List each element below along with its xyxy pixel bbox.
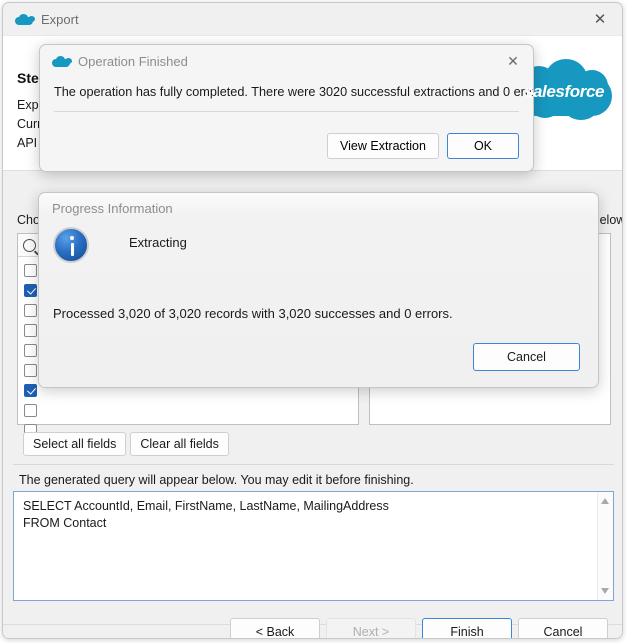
field-checkbox[interactable] [24, 323, 37, 337]
generated-query-box[interactable]: SELECT AccountId, Email, FirstName, Last… [13, 491, 614, 601]
salesforce-logo-text: salesforce [523, 82, 605, 101]
clear-all-fields-button[interactable]: Clear all fields [130, 432, 229, 456]
field-checkbox[interactable] [24, 343, 37, 357]
info-icon [53, 227, 89, 263]
progress-cancel-button[interactable]: Cancel [473, 343, 580, 371]
scroll-down-icon[interactable] [601, 588, 609, 594]
field-checkbox[interactable] [24, 383, 37, 397]
finish-button[interactable]: Finish [422, 618, 512, 638]
window-titlebar: Export ✕ [3, 3, 622, 36]
progress-dialog-title: Progress Information [52, 201, 173, 216]
field-buttons-row: Select all fields Clear all fields [23, 432, 229, 456]
cancel-button[interactable]: Cancel [518, 618, 608, 638]
close-icon[interactable]: ✕ [578, 3, 622, 35]
query-text[interactable]: SELECT AccountId, Email, FirstName, Last… [14, 492, 613, 538]
finished-dialog-titlebar: Operation Finished ✕ [40, 45, 533, 77]
field-checkbox[interactable] [24, 363, 37, 377]
divider [54, 111, 519, 112]
view-extraction-button[interactable]: View Extraction [327, 133, 439, 159]
next-button: Next > [326, 618, 416, 638]
list-item[interactable] [24, 400, 358, 420]
back-button[interactable]: < Back [230, 618, 320, 638]
field-checkbox[interactable] [24, 283, 37, 297]
finished-dialog-title: Operation Finished [78, 53, 188, 69]
operation-finished-dialog: Operation Finished ✕ The operation has f… [39, 44, 534, 172]
salesforce-cloud-icon [15, 13, 33, 25]
finished-dialog-message: The operation has fully completed. There… [54, 85, 534, 99]
progress-information-dialog: Progress Information Extracting Processe… [38, 192, 599, 388]
scrollbar[interactable] [597, 492, 613, 600]
scroll-up-icon[interactable] [601, 498, 609, 504]
field-checkbox[interactable] [24, 403, 37, 417]
field-checkbox[interactable] [24, 303, 37, 317]
window-title: Export [41, 11, 79, 27]
finished-dialog-buttons: View Extraction OK [327, 133, 519, 159]
wizard-button-bar: < Back Next > Finish Cancel [3, 618, 622, 638]
close-icon[interactable]: ✕ [503, 52, 523, 70]
field-checkbox[interactable] [24, 263, 37, 277]
salesforce-cloud-icon [52, 55, 70, 67]
ok-button[interactable]: OK [446, 133, 519, 159]
generated-query-label: The generated query will appear below. Y… [19, 473, 414, 487]
search-icon [23, 238, 36, 252]
divider [13, 464, 614, 465]
progress-status-text: Processed 3,020 of 3,020 records with 3,… [53, 306, 453, 321]
select-all-fields-button[interactable]: Select all fields [23, 432, 127, 456]
progress-task-label: Extracting [129, 235, 187, 250]
